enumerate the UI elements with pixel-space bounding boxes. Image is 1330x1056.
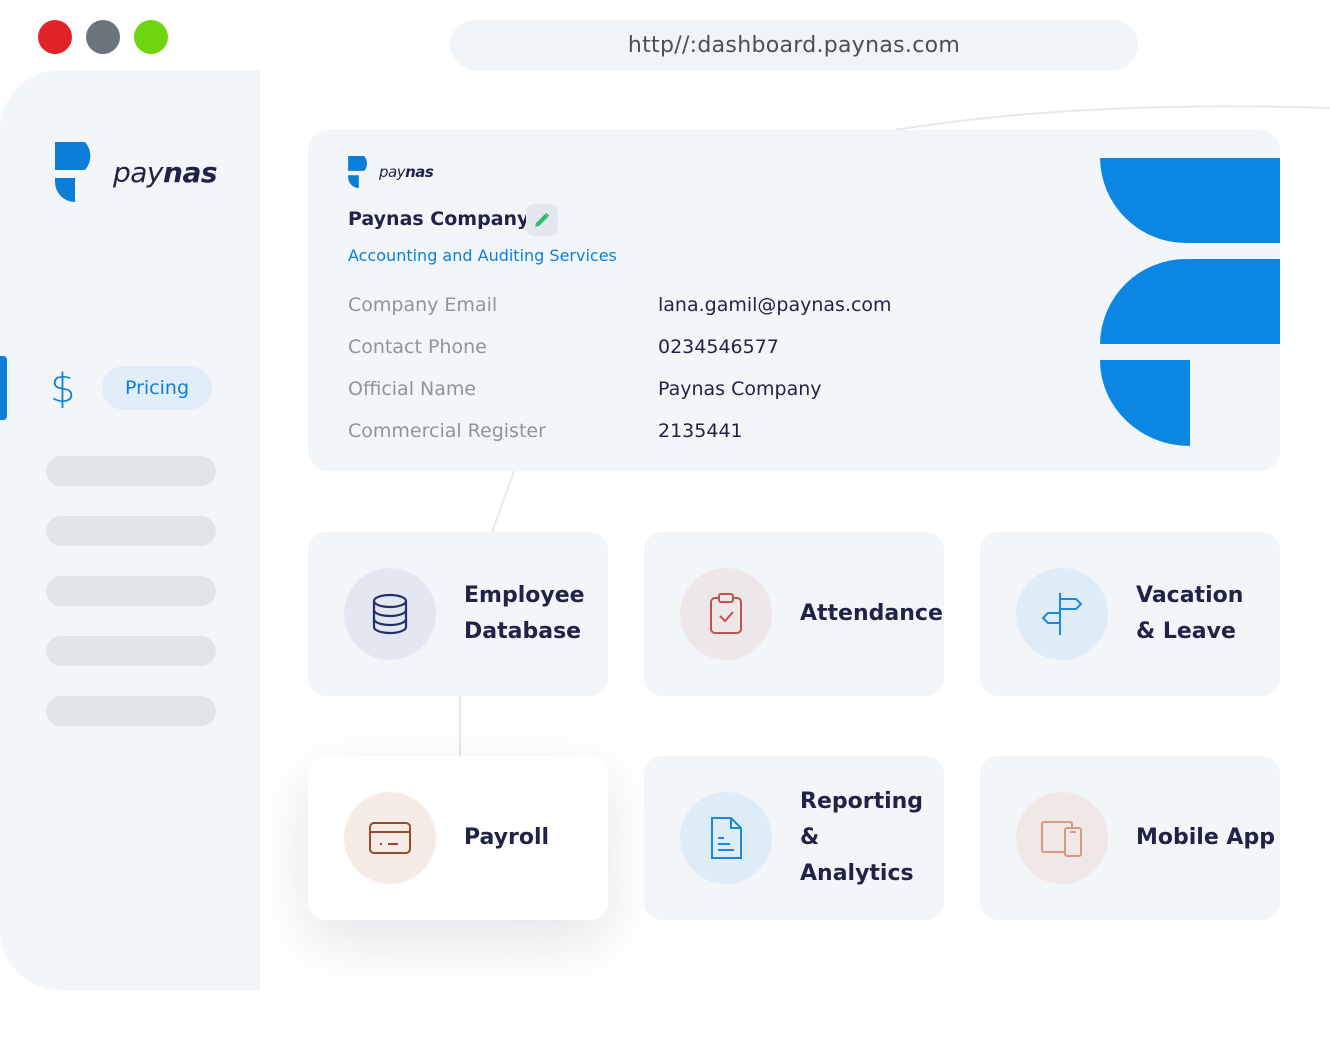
paynas-logo-mark-icon [55, 142, 91, 202]
module-tile-mobile-app[interactable]: Mobile App [980, 756, 1280, 920]
module-tile-reporting-analytics[interactable]: Reporting & Analytics [644, 756, 944, 920]
devices-icon [1041, 821, 1082, 857]
brand-graphic [1100, 158, 1280, 446]
module-label: Payroll [464, 825, 550, 850]
paynas-logo[interactable]: paynas [55, 142, 218, 202]
database-icon [372, 593, 408, 635]
field-label: Contact Phone [348, 336, 487, 358]
clipboard-check-icon [710, 593, 742, 634]
module-icon-circle [680, 792, 772, 884]
module-icon-circle [1016, 568, 1108, 660]
dollar-icon[interactable]: $ [50, 366, 75, 412]
paynas-wordmark: paynas [113, 155, 218, 189]
field-label: Company Email [348, 294, 498, 316]
field-value: 0234546577 [658, 336, 779, 358]
credit-card-icon [369, 822, 411, 854]
company-logo: paynas [348, 156, 434, 188]
module-label: Employee Database [464, 583, 585, 644]
pencil-icon [535, 212, 550, 227]
module-tile-vacation-leave[interactable]: Vacation & Leave [980, 532, 1280, 696]
company-name: Paynas Company [348, 208, 530, 230]
sidebar-item-label: Pricing [124, 377, 190, 399]
edit-company-button[interactable] [526, 204, 558, 236]
module-tile-payroll[interactable]: Payroll [308, 756, 608, 920]
module-icon-circle [344, 568, 436, 660]
module-icon-circle [344, 792, 436, 884]
wordmark-light: pay [379, 163, 406, 181]
module-label: Attendance [800, 601, 943, 626]
wordmark-bold: nas [405, 163, 434, 181]
module-label: Vacation & Leave [1136, 583, 1244, 644]
paynas-logo-mark-icon [348, 156, 367, 188]
sidebar-item-placeholder[interactable] [46, 456, 216, 486]
module-tile-employee-database[interactable]: Employee Database [308, 532, 608, 696]
company-category: Accounting and Auditing Services [348, 246, 617, 265]
field-value: Paynas Company [658, 378, 822, 400]
module-label: Reporting & Analytics [800, 789, 924, 886]
field-value: 2135441 [658, 420, 743, 442]
sidebar-item-placeholder[interactable] [46, 576, 216, 606]
address-bar[interactable]: http//:dashboard.paynas.com [450, 20, 1138, 70]
document-icon [711, 817, 742, 859]
sidebar-item-pricing[interactable]: Pricing [102, 366, 212, 410]
paynas-wordmark: paynas [379, 163, 434, 181]
field-label: Commercial Register [348, 420, 546, 442]
sidebar: paynas $ Pricing [0, 70, 260, 990]
module-icon-circle [1016, 792, 1108, 884]
close-window-button[interactable] [38, 20, 72, 54]
company-profile-card: paynas Paynas Company Accounting and Aud… [308, 130, 1280, 471]
module-icon-circle [680, 568, 772, 660]
field-label: Official Name [348, 378, 477, 400]
sidebar-item-placeholder[interactable] [46, 516, 216, 546]
sidebar-item-placeholder[interactable] [46, 636, 216, 666]
wordmark-light: pay [113, 155, 164, 189]
module-label: Mobile App [1136, 825, 1275, 850]
wordmark-bold: nas [163, 155, 218, 189]
minimize-window-button[interactable] [86, 20, 120, 54]
field-value: lana.gamil@paynas.com [658, 294, 892, 316]
signpost-icon [1041, 593, 1083, 635]
url-text: http//:dashboard.paynas.com [627, 32, 961, 58]
maximize-window-button[interactable] [134, 20, 168, 54]
sidebar-item-placeholder[interactable] [46, 696, 216, 726]
module-tile-attendance[interactable]: Attendance [644, 532, 944, 696]
active-nav-indicator [0, 356, 7, 420]
